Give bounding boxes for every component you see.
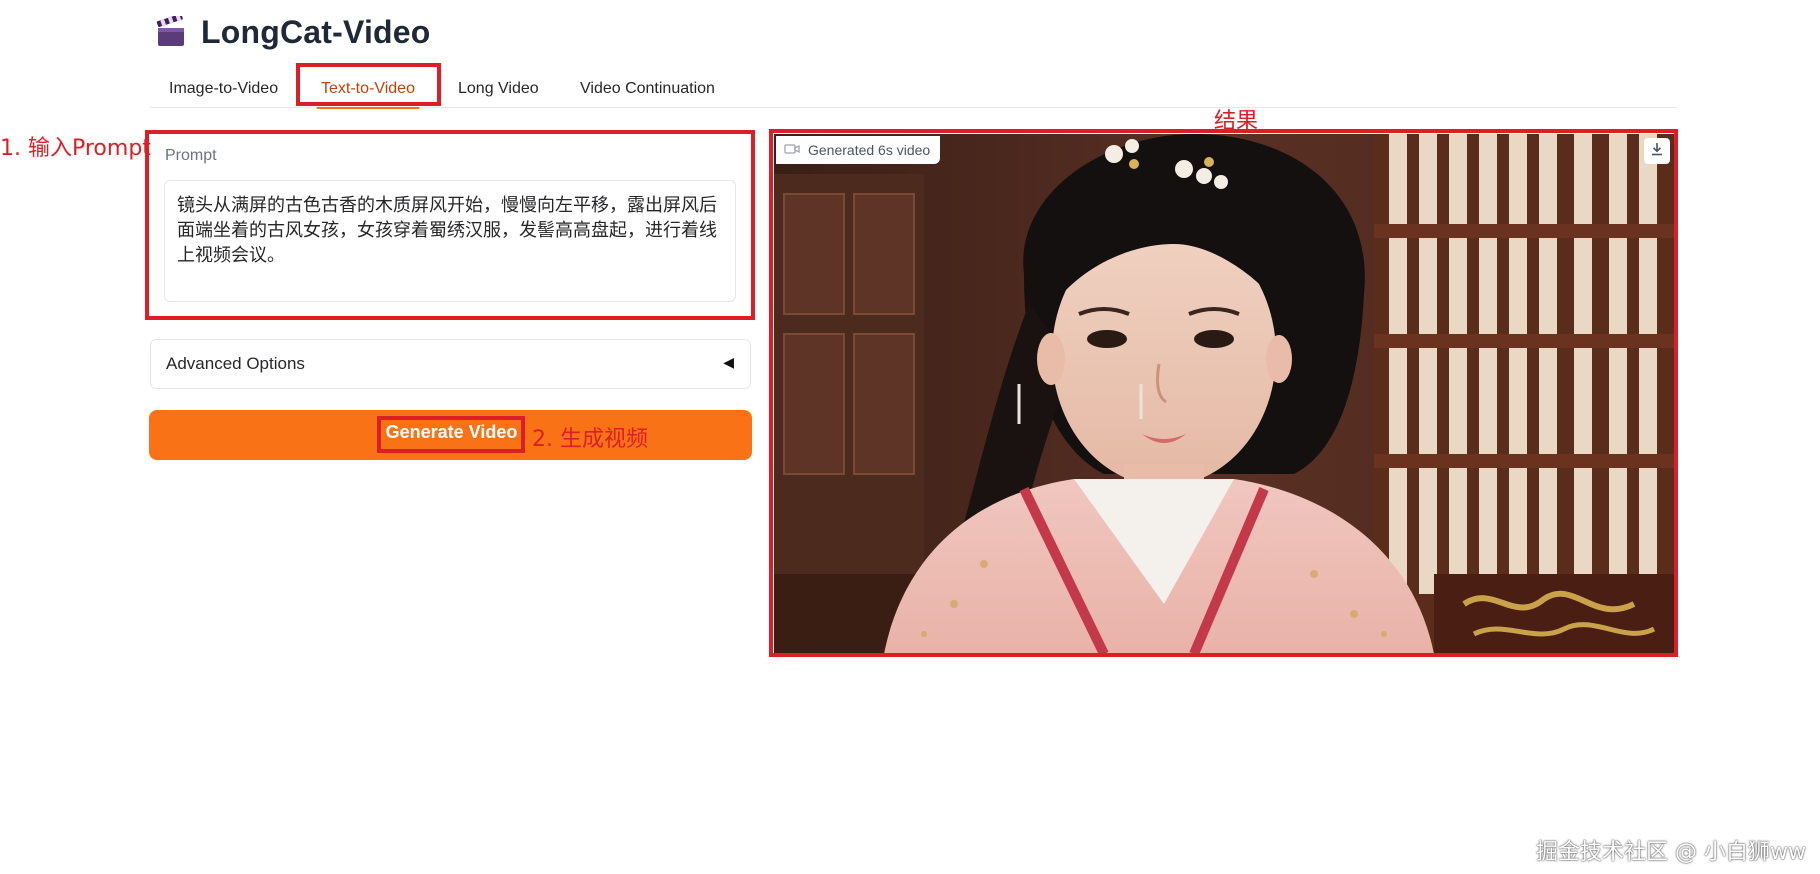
generate-video-label[interactable]: Generate Video [380,418,523,452]
tab-video-continuation[interactable]: Video Continuation [580,74,715,104]
caret-left-icon: ◀ [723,354,734,370]
download-button[interactable] [1644,138,1670,164]
advanced-options-accordion[interactable]: Advanced Options ◀ [150,339,751,389]
annotation-result: 结果 [1214,109,1259,134]
watermark: 掘金技术社区 @ 小白狮ww [1536,840,1806,865]
app-title: LongCat-Video [201,13,431,50]
clapperboard-icon [155,13,187,48]
video-label-badge: Generated 6s video [776,136,941,164]
video-label: Generated 6s video [808,142,931,158]
annotation-step-2: 2. 生成视频 [532,427,648,452]
video-output[interactable]: Generated 6s video [774,134,1674,654]
mode-tabs: Image-to-Video Text-to-Video Long Video … [150,68,1677,109]
app-header: LongCat-Video [155,10,431,54]
prompt-panel: Prompt 镜头从满屏的古色古香的木质屏风开始，慢慢向左平移，露出屏风后面端坐… [150,136,749,316]
video-frame [774,134,1674,654]
prompt-input[interactable]: 镜头从满屏的古色古香的木质屏风开始，慢慢向左平移，露出屏风后面端坐着的古风女孩，… [164,180,736,302]
tab-long-video[interactable]: Long Video [458,74,539,104]
download-icon [1649,141,1665,162]
annotation-step-1: 1. 输入Prompt [0,136,151,161]
prompt-label: Prompt [165,147,217,164]
tab-text-to-video[interactable]: Text-to-Video [317,74,419,109]
tab-image-to-video[interactable]: Image-to-Video [169,74,278,104]
advanced-options-label: Advanced Options [166,354,305,373]
video-camera-icon [784,142,800,158]
